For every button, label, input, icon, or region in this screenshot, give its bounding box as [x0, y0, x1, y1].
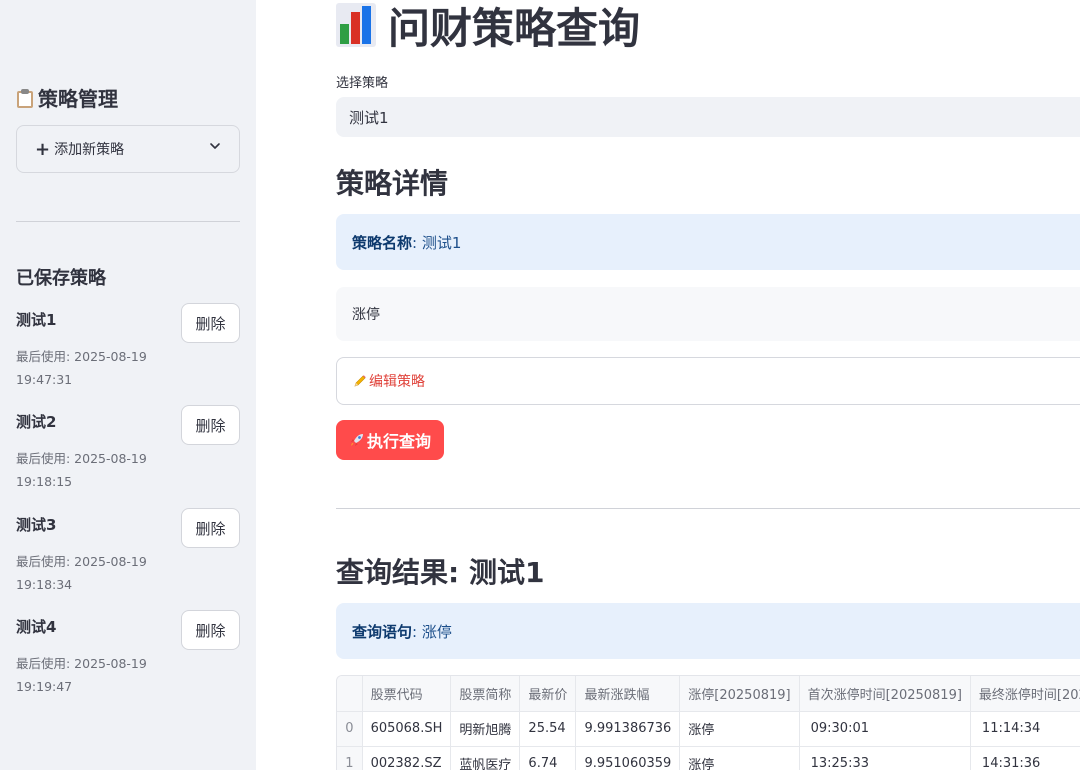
delete-strategy-button[interactable]: 删除 — [181, 508, 240, 548]
table-cell: 25.54 — [519, 711, 577, 747]
delete-strategy-button[interactable]: 删除 — [181, 303, 240, 343]
table-cell: 0 — [337, 711, 363, 747]
table-cell: 涨停 — [679, 711, 800, 747]
table-cell: 605068.SH — [362, 711, 452, 747]
strategy-query-text: 涨停 — [336, 287, 1080, 341]
strategy-last-used: 最后使用: 2025-08-19 19:19:47 — [16, 652, 176, 698]
plus-icon: + — [35, 138, 51, 160]
add-strategy-expander[interactable]: + 添加新策略 — [16, 125, 240, 173]
saved-strategy-item: 测试1 删除 最后使用: 2025-08-19 19:47:31 — [16, 303, 240, 403]
delete-strategy-button[interactable]: 删除 — [181, 610, 240, 650]
strategy-last-used-time: 19:18:15 — [16, 474, 73, 489]
page-title-text: 问财策略查询 — [388, 3, 641, 53]
query-results-heading: 查询结果: 测试1 — [336, 556, 545, 589]
run-query-label: 执行查询 — [366, 432, 431, 451]
strategy-details-heading: 策略详情 — [336, 167, 449, 200]
saved-strategies-title: 已保存策略 — [16, 268, 106, 289]
strategy-last-used-time: 19:47:31 — [16, 372, 73, 387]
sidebar-divider — [16, 221, 240, 222]
table-header-row: 股票代码 股票简称 最新价 最新涨跌幅 涨停[20250819] 首次涨停时间[… — [337, 676, 1080, 712]
main-content: 问财策略查询 选择策略 测试1 策略详情 策略名称: 测试1 涨停 编辑策略 执… — [336, 0, 1080, 770]
column-header-price[interactable]: 最新价 — [519, 676, 577, 712]
column-header-first-limit-time[interactable]: 首次涨停时间[20250819] — [799, 676, 971, 712]
table-cell: 14:31:36 — [970, 746, 1080, 770]
sidebar-title: 策略管理 — [16, 83, 118, 112]
table-cell: 涨停 — [679, 746, 800, 770]
query-statement-label: 查询语句 — [352, 622, 413, 641]
table-cell: 13:25:33 — [799, 746, 971, 770]
strategy-last-used-date: 最后使用: 2025-08-19 — [16, 656, 147, 671]
table-cell: 6.74 — [519, 746, 577, 770]
column-header-code[interactable]: 股票代码 — [362, 676, 452, 712]
results-table[interactable]: 股票代码 股票简称 最新价 最新涨跌幅 涨停[20250819] 首次涨停时间[… — [336, 675, 1080, 770]
table-cell: 002382.SZ — [362, 746, 452, 770]
table-row[interactable]: 0 605068.SH 明新旭腾 25.54 9.991386736 涨停 09… — [337, 711, 1080, 747]
rocket-icon — [350, 434, 363, 446]
select-strategy-label: 选择策略 — [336, 76, 389, 91]
sidebar: 策略管理 + 添加新策略 已保存策略 测试1 删除 最后使用: 2025-08-… — [0, 0, 256, 770]
column-header-index[interactable] — [337, 676, 363, 712]
strategy-last-used-date: 最后使用: 2025-08-19 — [16, 349, 147, 364]
strategy-select[interactable]: 测试1 — [336, 97, 1080, 137]
run-query-button[interactable]: 执行查询 — [336, 420, 444, 460]
strategy-last-used-date: 最后使用: 2025-08-19 — [16, 554, 147, 569]
column-header-name[interactable]: 股票简称 — [450, 676, 521, 712]
page-title: 问财策略查询 — [336, 0, 640, 53]
delete-strategy-button[interactable]: 删除 — [181, 405, 240, 445]
query-statement-info: 查询语句: 涨停 — [336, 603, 1080, 659]
strategy-last-used: 最后使用: 2025-08-19 19:47:31 — [16, 345, 176, 391]
main-divider — [336, 508, 1080, 509]
edit-strategy-label: 编辑策略 — [369, 374, 425, 390]
table-cell: 1 — [337, 746, 363, 770]
table-row[interactable]: 1 002382.SZ 蓝帆医疗 6.74 9.951060359 涨停 13:… — [337, 746, 1080, 770]
strategy-last-used-time: 19:19:47 — [16, 679, 73, 694]
strategy-name-info: 策略名称: 测试1 — [336, 214, 1080, 270]
saved-strategy-item: 测试2 删除 最后使用: 2025-08-19 19:18:15 — [16, 405, 240, 505]
strategy-select-value: 测试1 — [349, 108, 389, 127]
table-cell: 09:30:01 — [799, 711, 971, 747]
table-cell: 9.991386736 — [575, 711, 681, 747]
strategy-last-used-time: 19:18:34 — [16, 577, 73, 592]
table-cell: 蓝帆医疗 — [450, 746, 521, 770]
pencil-icon — [354, 375, 366, 387]
table-cell: 9.951060359 — [575, 746, 681, 770]
saved-strategy-item: 测试3 删除 最后使用: 2025-08-19 19:18:34 — [16, 508, 240, 608]
query-statement-value: : 涨停 — [412, 622, 452, 641]
clipboard-icon — [16, 88, 34, 108]
strategy-last-used: 最后使用: 2025-08-19 19:18:15 — [16, 447, 176, 493]
table-cell: 11:14:34 — [970, 711, 1080, 747]
bar-chart-icon — [336, 3, 376, 47]
chevron-down-icon — [210, 143, 220, 149]
saved-strategy-item: 测试4 删除 最后使用: 2025-08-19 19:19:47 — [16, 610, 240, 710]
strategy-name: 测试4 — [16, 618, 57, 636]
strategy-last-used-date: 最后使用: 2025-08-19 — [16, 451, 147, 466]
strategy-query-value: 涨停 — [352, 307, 380, 323]
strategy-name: 测试3 — [16, 516, 57, 534]
strategy-name-label: 策略名称 — [352, 233, 413, 252]
sidebar-title-text: 策略管理 — [38, 87, 118, 111]
strategy-name: 测试1 — [16, 311, 57, 329]
column-header-change[interactable]: 最新涨跌幅 — [575, 676, 681, 712]
edit-strategy-expander[interactable]: 编辑策略 — [336, 357, 1080, 405]
strategy-last-used: 最后使用: 2025-08-19 19:18:34 — [16, 550, 176, 596]
column-header-last-limit-time[interactable]: 最终涨停时间[202 — [970, 676, 1080, 712]
strategy-name-value: : 测试1 — [412, 233, 462, 252]
table-cell: 明新旭腾 — [450, 711, 521, 747]
strategy-name: 测试2 — [16, 413, 57, 431]
column-header-limit-up[interactable]: 涨停[20250819] — [679, 676, 800, 712]
add-strategy-label: 添加新策略 — [54, 142, 125, 158]
